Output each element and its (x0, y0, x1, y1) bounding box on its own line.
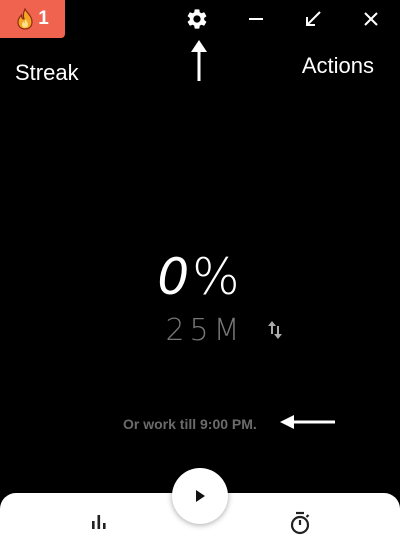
minimize-icon (249, 18, 263, 20)
swap-icon[interactable] (268, 321, 282, 339)
play-button[interactable] (172, 468, 228, 524)
streak-label: Streak (15, 60, 79, 85)
percent-sign: % (192, 248, 243, 306)
close-icon (364, 12, 378, 26)
work-till-text: Or work till 9:00 PM. (123, 416, 257, 432)
streak-badge[interactable]: 1 (0, 0, 65, 38)
actions-label: Actions (301, 53, 374, 78)
shrink-icon (306, 11, 321, 26)
timer-icon[interactable] (289, 511, 311, 535)
streak-count: 1 (38, 8, 49, 29)
fire-icon (17, 8, 33, 30)
play-icon (196, 490, 205, 502)
gear-icon (187, 9, 207, 29)
minimize-button[interactable] (243, 6, 269, 32)
progress-value: 0 (157, 248, 193, 306)
arrow-left-icon (280, 415, 335, 429)
shrink-button[interactable] (300, 6, 326, 32)
settings-button[interactable] (184, 6, 210, 32)
session-duration[interactable]: 25M (150, 313, 260, 348)
progress-percent: 0% (0, 248, 400, 306)
stats-icon[interactable] (90, 514, 108, 530)
close-button[interactable] (358, 6, 384, 32)
arrow-up-icon (191, 40, 207, 81)
